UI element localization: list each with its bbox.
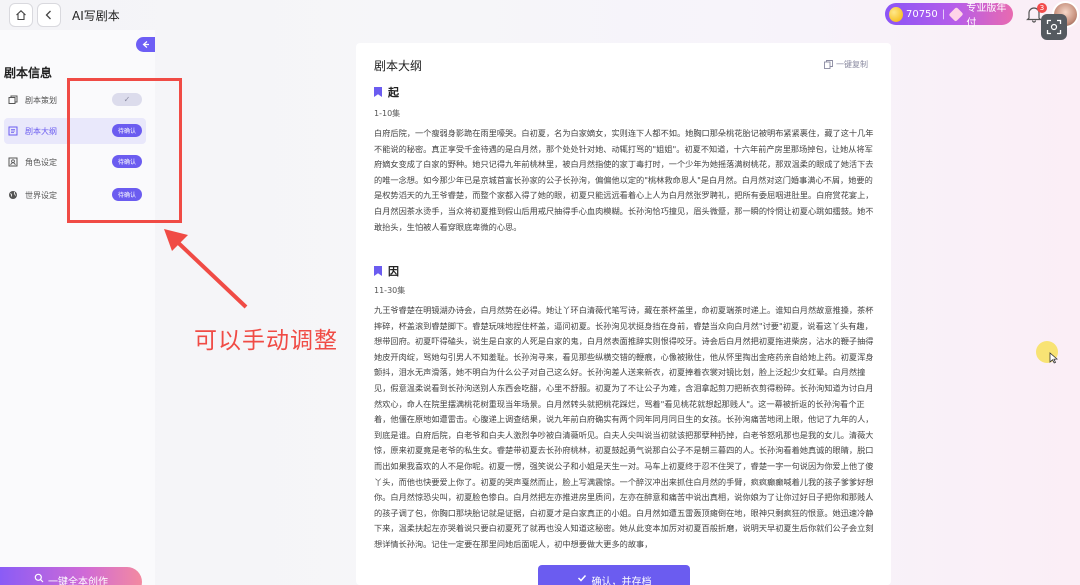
copy-label: 一键复制: [836, 60, 868, 69]
search-icon: [34, 573, 44, 583]
copy-all-button[interactable]: 一键复制: [824, 59, 868, 70]
globe-icon: [8, 190, 18, 200]
bookmark-icon: [374, 87, 382, 97]
copy-icon: [824, 60, 833, 69]
person-icon: [8, 157, 18, 167]
outline-icon: [8, 126, 18, 136]
arrow-left-icon: [142, 41, 149, 48]
sidebar-item-label: 世界设定: [25, 190, 57, 200]
sidebar-item-label: 角色设定: [25, 157, 57, 167]
copy-icon: [8, 95, 18, 105]
section-heading: 因: [374, 263, 399, 279]
home-icon: [16, 10, 26, 21]
section-title: 起: [388, 86, 399, 99]
screenshot-button[interactable]: [1041, 14, 1067, 40]
card-title: 剧本大纲: [374, 59, 423, 73]
episode-range: 11-30集: [374, 286, 406, 295]
coin-icon: [889, 6, 903, 22]
coin-balance: 70750: [905, 8, 938, 20]
bookmark-icon: [374, 266, 382, 276]
home-button[interactable]: [9, 3, 33, 27]
sidebar-title: 剧本信息: [4, 66, 53, 80]
page-title: AI写剧本: [72, 9, 120, 23]
separator: |: [941, 8, 946, 20]
sidebar-item-label: 剧本大纲: [25, 126, 57, 136]
vip-label: 专业版年付: [966, 3, 1007, 29]
one-click-create-button[interactable]: 一键全本创作: [0, 567, 142, 585]
membership-pill[interactable]: 70750 | 专业版年付: [885, 3, 1013, 29]
confirm-save-button[interactable]: 确认，并存档: [538, 565, 690, 585]
scan-icon: [1046, 19, 1062, 35]
mouse-cursor-icon: [1049, 352, 1058, 364]
annotation-text: 可以手动调整: [194, 328, 338, 354]
back-button[interactable]: [37, 3, 61, 27]
confirm-label: 确认，并存档: [591, 577, 652, 585]
create-label: 一键全本创作: [48, 577, 108, 585]
episode-range: 1-10集: [374, 109, 401, 118]
section-heading: 起: [374, 84, 399, 100]
annotation-arrow: [164, 229, 248, 309]
section-text[interactable]: 九王爷睿楚在明镜湖办诗会，白月然势在必得。她让丫环白清薇代笔写诗，藏在茶杯盖里，…: [374, 303, 876, 585]
annotation-highlight-box: [67, 78, 182, 223]
chevron-left-icon: [45, 10, 51, 20]
notification-badge: 3: [1037, 3, 1047, 13]
outline-card: 剧本大纲 一键复制 起 1-10集 白府后院，一个瘦弱身影跪在雨里嚎哭。白初夏，…: [356, 43, 891, 585]
section-title: 因: [388, 265, 399, 278]
sidebar-item-label: 剧本策划: [25, 95, 57, 105]
top-bar: AI写剧本 70750 | 专业版年付 3: [0, 0, 1080, 30]
section-text[interactable]: 白府后院，一个瘦弱身影跪在雨里嚎哭。白初夏，名为白家嫡女，实则连下人都不如。她胸…: [374, 126, 876, 251]
diamond-icon: [948, 6, 964, 22]
check-icon: [577, 574, 586, 582]
collapse-sidebar-button[interactable]: [136, 37, 155, 52]
